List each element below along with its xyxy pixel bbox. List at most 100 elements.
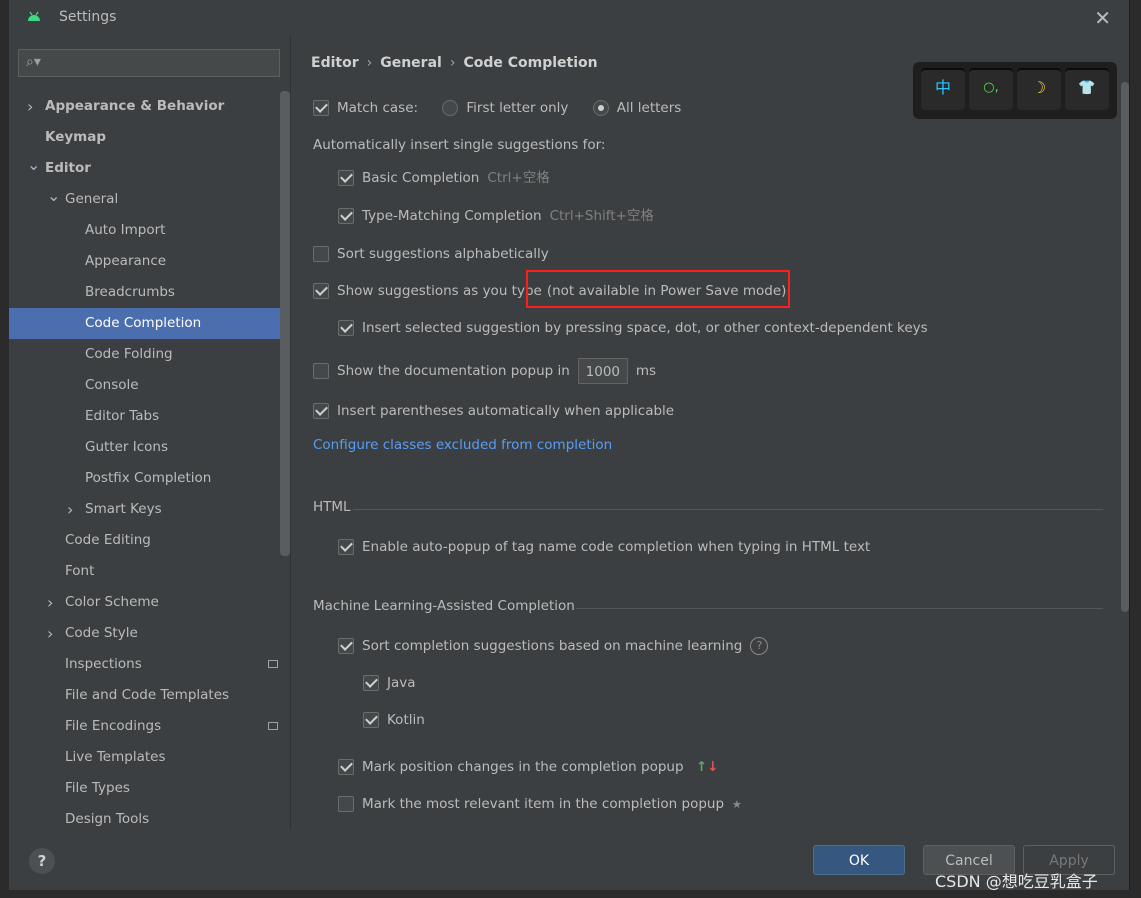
sort-alpha-checkbox[interactable] — [313, 246, 329, 262]
mark-position-row: Mark position changes in the completion … — [338, 757, 718, 777]
sidebar-item-live-templates[interactable]: Live Templates — [9, 742, 290, 773]
ime-toolbar: 中 ○, ☽ 👕 — [913, 62, 1117, 119]
doc-delay-input[interactable]: 1000 — [577, 358, 628, 384]
breadcrumb-item[interactable]: Editor — [311, 55, 359, 71]
sidebar-item-label: Code Completion — [85, 315, 202, 331]
sidebar-item-color-scheme[interactable]: › Color Scheme — [9, 587, 290, 618]
chevron-right-icon[interactable]: › — [47, 587, 53, 618]
sidebar-item-label: File Encodings — [65, 718, 162, 734]
sidebar-item-console[interactable]: Console — [9, 370, 290, 401]
ml-sort-checkbox[interactable] — [338, 638, 354, 654]
chevron-right-icon[interactable]: › — [27, 91, 33, 122]
insert-paren-checkbox[interactable] — [313, 403, 329, 419]
ime-chinese-key[interactable]: 中 — [921, 68, 965, 110]
kotlin-label: Kotlin — [387, 712, 425, 728]
chevron-right-icon[interactable]: › — [47, 618, 53, 649]
show-doc-row: Show the documentation popup in 1000 ms — [313, 358, 657, 384]
sidebar-item-appearance[interactable]: Appearance — [9, 246, 290, 277]
title-bar: Settings ✕ — [9, 0, 1129, 35]
first-letter-label: First letter only — [466, 100, 569, 116]
sidebar-item-keymap[interactable]: Keymap — [9, 122, 290, 153]
sidebar-item-auto-import[interactable]: Auto Import — [9, 215, 290, 246]
star-icon: ★ — [732, 798, 742, 811]
ime-punctuation-key[interactable]: ○, — [969, 68, 1013, 110]
background-right — [1129, 0, 1141, 898]
help-question-icon[interactable]: ? — [750, 637, 769, 655]
type-matching-row: Type-Matching Completion Ctrl+Shift+空格 — [338, 206, 654, 226]
java-label: Java — [387, 675, 416, 691]
kotlin-checkbox[interactable] — [363, 712, 379, 728]
help-button[interactable]: ? — [29, 848, 55, 874]
sidebar-item-general[interactable]: ⌄ General — [9, 184, 290, 215]
configure-excluded-link[interactable]: Configure classes excluded from completi… — [313, 437, 612, 453]
html-autopopup-label: Enable auto-popup of tag name code compl… — [362, 539, 871, 555]
show-suggestions-label: Show suggestions as you type — [337, 283, 542, 299]
mark-position-label: Mark position changes in the completion … — [362, 759, 684, 775]
android-icon — [28, 11, 40, 21]
sidebar-item-file-types[interactable]: File Types — [9, 773, 290, 804]
sidebar-item-postfix-completion[interactable]: Postfix Completion — [9, 463, 290, 494]
sidebar-item-label: General — [65, 191, 119, 207]
java-checkbox[interactable] — [363, 675, 379, 691]
show-suggestions-checkbox[interactable] — [313, 283, 329, 299]
ime-skin-icon[interactable]: 👕 — [1065, 68, 1109, 110]
java-row: Java — [363, 673, 416, 693]
sidebar-item-code-folding[interactable]: Code Folding — [9, 339, 290, 370]
type-matching-label: Type-Matching Completion — [362, 208, 542, 224]
chevron-right-icon[interactable]: › — [67, 494, 73, 525]
html-section-divider — [353, 509, 1103, 510]
html-section-title: HTML — [313, 499, 351, 515]
sidebar-item-label: Code Editing — [65, 532, 151, 548]
insert-paren-row: Insert parentheses automatically when ap… — [313, 401, 674, 421]
insert-paren-label: Insert parentheses automatically when ap… — [337, 403, 675, 419]
insert-selected-checkbox[interactable] — [338, 320, 354, 336]
sidebar-item-label: Code Style — [65, 625, 138, 641]
breadcrumb-item: Code Completion — [463, 55, 598, 71]
basic-completion-checkbox[interactable] — [338, 170, 354, 186]
show-doc-unit: ms — [635, 363, 657, 379]
mark-relevant-label: Mark the most relevant item in the compl… — [362, 796, 725, 812]
sidebar-item-label: Color Scheme — [65, 594, 159, 610]
breadcrumb-item[interactable]: General — [380, 55, 442, 71]
sidebar-item-label: Postfix Completion — [85, 470, 212, 486]
sidebar-item-file-encodings[interactable]: File Encodings — [9, 711, 290, 742]
ime-moon-icon[interactable]: ☽ — [1017, 68, 1061, 110]
chevron-down-icon[interactable]: ⌄ — [27, 149, 40, 180]
sidebar-item-file-and-code-templates[interactable]: File and Code Templates — [9, 680, 290, 711]
sidebar-item-code-editing[interactable]: Code Editing — [9, 525, 290, 556]
sidebar-item-label: Keymap — [45, 129, 107, 145]
highlight-annotation-box — [526, 270, 790, 308]
sidebar-item-label: Gutter Icons — [85, 439, 169, 455]
sidebar-item-label: File and Code Templates — [65, 687, 230, 703]
type-matching-checkbox[interactable] — [338, 208, 354, 224]
show-doc-checkbox[interactable] — [313, 363, 329, 379]
sidebar-item-breadcrumbs[interactable]: Breadcrumbs — [9, 277, 290, 308]
insert-selected-row: Insert selected suggestion by pressing s… — [338, 318, 928, 338]
close-icon[interactable]: ✕ — [1094, 6, 1111, 30]
content-scrollbar[interactable] — [1121, 82, 1129, 612]
sidebar-item-appearance-behavior[interactable]: › Appearance & Behavior — [9, 91, 290, 122]
mark-position-checkbox[interactable] — [338, 759, 354, 775]
sidebar-item-font[interactable]: Font — [9, 556, 290, 587]
ok-button[interactable]: OK — [813, 845, 905, 875]
html-autopopup-checkbox[interactable] — [338, 539, 354, 555]
search-input[interactable]: ⌕▾ — [18, 49, 280, 77]
sidebar-scrollbar[interactable] — [280, 91, 290, 556]
sidebar-item-code-completion[interactable]: Code Completion — [9, 308, 290, 339]
search-icon: ⌕▾ — [26, 54, 41, 70]
kotlin-row: Kotlin — [363, 710, 425, 730]
mark-relevant-checkbox[interactable] — [338, 796, 354, 812]
match-case-checkbox[interactable] — [313, 100, 329, 116]
first-letter-radio[interactable] — [442, 100, 459, 116]
insert-selected-label: Insert selected suggestion by pressing s… — [362, 320, 928, 336]
match-case-row: Match case: First letter only All letter… — [313, 98, 681, 118]
sidebar-item-inspections[interactable]: Inspections — [9, 649, 290, 680]
chevron-down-icon[interactable]: ⌄ — [47, 180, 60, 211]
sidebar-item-smart-keys[interactable]: › Smart Keys — [9, 494, 290, 525]
sidebar-item-code-style[interactable]: › Code Style — [9, 618, 290, 649]
sidebar-item-gutter-icons[interactable]: Gutter Icons — [9, 432, 290, 463]
sidebar-item-label: Appearance & Behavior — [45, 98, 225, 114]
basic-completion-label: Basic Completion — [362, 170, 480, 186]
sidebar-item-editor-tabs[interactable]: Editor Tabs — [9, 401, 290, 432]
all-letters-radio[interactable] — [592, 100, 609, 116]
